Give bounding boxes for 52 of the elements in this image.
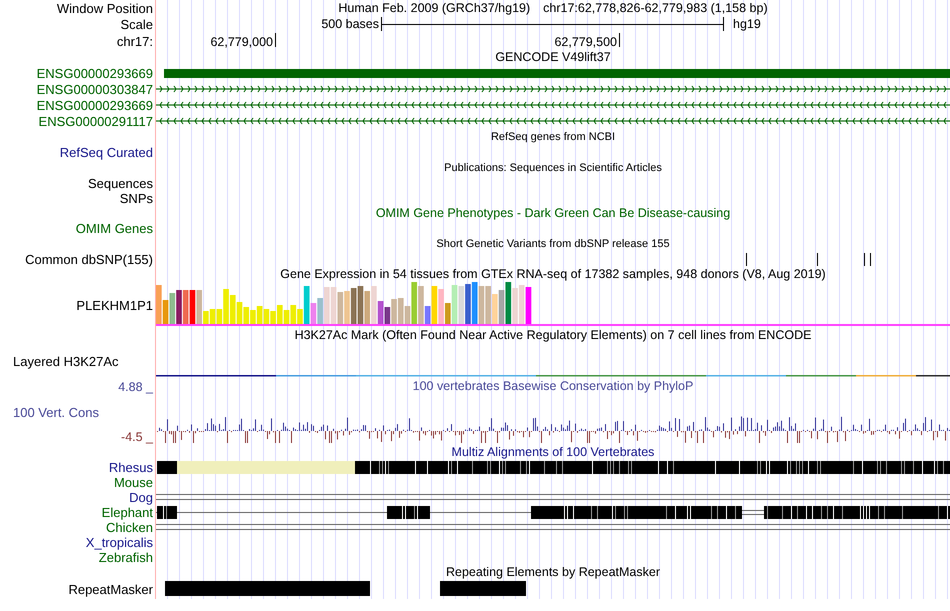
signal-line-drawing[interactable] [156,375,950,376]
track-title: 100 vertebrates Basewise Conservation by PhyloP [412,380,694,392]
track-label[interactable]: Elephant [102,506,153,519]
track-label[interactable]: OMIM Genes [76,222,153,235]
ruler-tick [275,33,276,47]
axis-max-label: 4.88 _ [118,381,153,394]
ruler-tick-label: 62,779,500 [554,36,617,48]
track-label[interactable]: Rhesus [108,461,153,474]
track-title: Multiz Alignments of 100 Vertebrates [452,446,654,459]
gene-strand-drawing[interactable] [156,118,950,124]
position-text: chr17:62,778,826-62,779,983 (1,158 bp) [543,2,768,14]
snp-marks-drawing[interactable] [746,252,871,266]
track-title: Repeating Elements by RepeatMasker [446,566,660,579]
ruler-tick-label: 62,779,000 [210,36,273,48]
track-label[interactable]: Layered H3K27Ac [13,354,119,369]
track-label[interactable]: SNPs [120,192,153,205]
expression-bars-drawing[interactable] [156,282,532,324]
track-label[interactable]: ENSG00000293669 [36,98,153,112]
conservation-wiggle-drawing[interactable] [157,416,950,442]
row-label: Scale [120,18,153,31]
track-label[interactable]: Common dbSNP(155) [25,253,153,266]
track-title: Short Genetic Variants from dbSNP release 155 [436,238,670,250]
track-label[interactable]: ENSG00000303847 [36,82,153,96]
track-title: OMIM Gene Phenotypes - Dark Green Can Be Disease-causing [376,207,730,220]
gene-strand-drawing[interactable] [156,102,950,108]
row-label: chr17: [116,35,153,48]
track-label[interactable]: Mouse [114,476,153,489]
track-title: Publications: Sequences in Scientific Articles [444,162,662,174]
track-title: GENCODE V49lift37 [495,51,611,64]
track-title: Gene Expression in 54 tissues from GTEx RNA-seq of 17382 samples, 948 donors (V8, Aug 2019) [280,268,826,281]
track-label[interactable]: ENSG00000293669 [36,66,153,80]
assembly-label: hg19 [733,18,761,30]
axis-min-label: -4.5 _ [121,430,153,443]
alignment-double-line[interactable] [156,524,950,530]
alignment-double-line[interactable] [156,494,950,500]
row-label: Window Position [56,2,153,14]
track-label[interactable]: PLEKHM1P1 [76,298,153,312]
track-label[interactable]: X_tropicalis [86,536,153,549]
ruler-tick [619,33,620,47]
track-label[interactable]: RefSeq Curated [60,146,153,159]
track-title: H3K27Ac Mark (Often Found Near Active Regulatory Elements) on 7 cell lines from ENCODE [294,329,812,342]
gene-strand-drawing[interactable] [156,86,950,92]
track-title: RefSeq genes from NCBI [490,132,616,142]
track-label[interactable]: Zebrafish [98,551,153,564]
track-label[interactable]: 100 Vert. Cons [0,406,99,418]
track-label[interactable]: ENSG00000291117 [38,114,153,128]
track-label[interactable]: Chicken [106,521,153,534]
track-label[interactable]: Sequences [88,177,153,190]
scale-text: 500 bases [321,18,379,30]
track-label[interactable]: Dog [129,491,153,504]
assembly-title: Human Feb. 2009 (GRCh37/hg19) [338,2,530,14]
track-label[interactable]: RepeatMasker [68,583,153,596]
